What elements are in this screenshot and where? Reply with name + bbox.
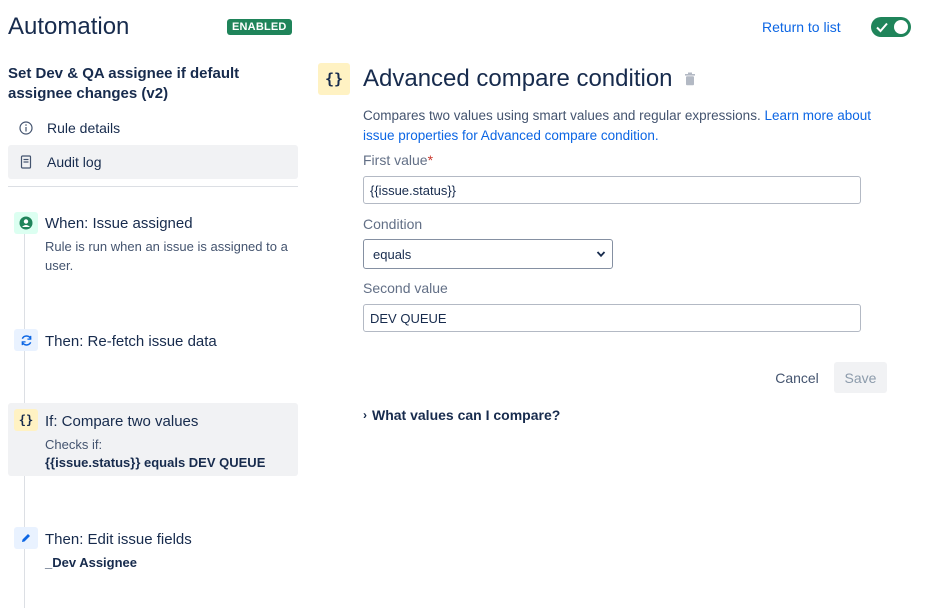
trash-icon[interactable] <box>684 72 696 86</box>
refresh-icon <box>14 329 38 351</box>
rule-step-trigger[interactable]: When: Issue assigned Rule is run when an… <box>8 207 298 287</box>
step-title: If: Compare two values <box>45 413 199 430</box>
second-value-input[interactable]: DEV QUEUE <box>363 304 861 332</box>
page-title: Automation <box>8 13 130 40</box>
return-to-list-link[interactable]: Return to list <box>762 19 841 35</box>
condition-braces-icon: {} <box>318 63 350 95</box>
condition-select[interactable]: equals <box>363 239 613 269</box>
expander-label: What values can I compare? <box>372 407 561 423</box>
edit-pencil-icon <box>14 527 38 549</box>
chevron-right-icon: › <box>363 408 367 422</box>
what-values-expander[interactable]: › What values can I compare? <box>363 407 560 423</box>
save-button[interactable]: Save <box>834 362 887 393</box>
rule-step-edit-fields[interactable]: Then: Edit issue fields _Dev Assignee <box>8 524 298 574</box>
condition-braces-icon: {} <box>14 409 38 431</box>
sidebar-item-label: Rule details <box>47 120 121 136</box>
document-icon <box>20 155 32 169</box>
toggle-knob <box>894 20 908 34</box>
rule-step-condition[interactable]: {} If: Compare two values Checks if: {{i… <box>8 403 298 476</box>
trigger-user-icon <box>14 212 38 234</box>
first-value-input[interactable]: {{issue.status}} <box>363 176 861 204</box>
step-description: Rule is run when an issue is assigned to… <box>45 239 288 273</box>
cancel-button[interactable]: Cancel <box>764 363 830 393</box>
status-badge: ENABLED <box>227 19 292 35</box>
step-description: Checks if: <box>45 437 103 452</box>
chevron-down-icon <box>596 251 606 258</box>
check-icon <box>876 22 888 33</box>
sidebar-item-audit-log[interactable]: Audit log <box>8 145 298 179</box>
rule-step-refetch[interactable]: Then: Re-fetch issue data <box>8 326 298 360</box>
step-title: Then: Edit issue fields <box>45 531 192 548</box>
panel-description: Compares two values using smart values a… <box>363 106 893 146</box>
step-title: Then: Re-fetch issue data <box>45 333 217 350</box>
first-value-label: First value* <box>363 152 433 168</box>
sidebar-item-rule-details[interactable]: Rule details <box>8 111 298 145</box>
sidebar-divider <box>8 186 298 187</box>
step-detail: {{issue.status}} equals DEV QUEUE <box>45 455 266 470</box>
step-detail: _Dev Assignee <box>45 555 138 570</box>
sidebar-item-label: Audit log <box>47 154 102 170</box>
second-value-label: Second value <box>363 280 448 296</box>
info-icon <box>19 121 33 135</box>
description-text: Compares two values using smart values a… <box>363 108 761 123</box>
condition-selected-value: equals <box>373 246 412 262</box>
label-text: First value <box>363 152 428 168</box>
required-mark: * <box>427 152 434 168</box>
step-title: When: Issue assigned <box>45 215 193 232</box>
rule-name: Set Dev & QA assignee if default assigne… <box>8 65 240 102</box>
rule-enabled-toggle[interactable] <box>871 17 911 37</box>
panel-title: Advanced compare condition <box>363 65 673 92</box>
condition-label: Condition <box>363 216 423 232</box>
